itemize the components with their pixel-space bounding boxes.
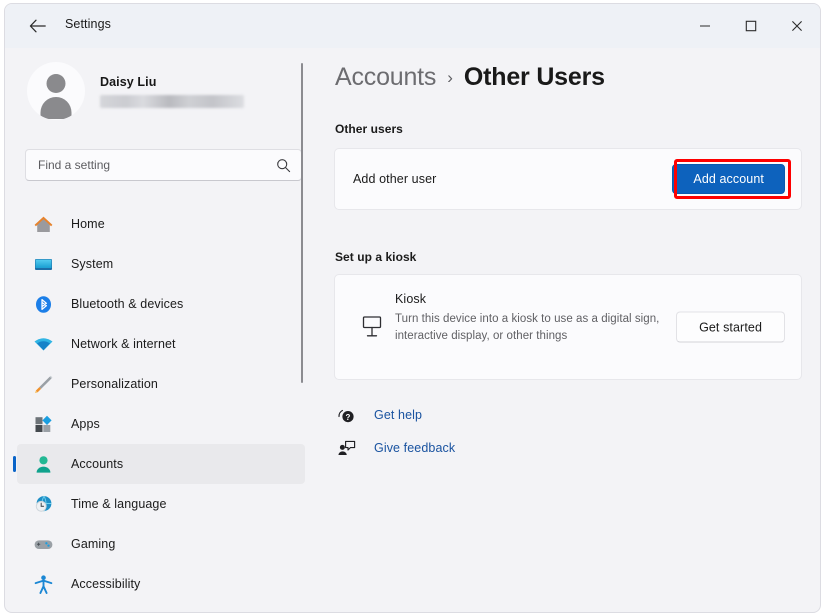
get-help-label: Get help [374,408,423,422]
system-icon [31,252,55,276]
selection-pill [13,456,16,472]
kiosk-description: Turn this device into a kiosk to use as … [395,313,660,342]
sidebar-item-system[interactable]: System [17,244,305,284]
minimize-icon [699,20,711,32]
kiosk-text: Kiosk Turn this device into a kiosk to u… [395,292,665,345]
close-icon [791,20,803,32]
add-other-user-row: Add other user Add account [335,149,801,209]
get-started-button[interactable]: Get started [676,311,785,343]
settings-window: Settings Daisy Liu Find a setting Home S… [4,3,821,613]
add-other-user-card: Add other user Add account [334,148,802,210]
home-icon [31,212,55,236]
minimize-button[interactable] [682,4,728,48]
give-feedback-link[interactable]: Give feedback [335,437,455,459]
clock-globe-icon [31,492,55,516]
sidebar-item-label: Bluetooth & devices [71,297,184,311]
give-feedback-icon [335,437,357,459]
sidebar-item-label: Network & internet [71,337,176,351]
breadcrumb: Accounts › Other Users [335,63,605,92]
maximize-button[interactable] [728,4,774,48]
sidebar-item-label: Accessibility [71,577,141,591]
profile-name: Daisy Liu [100,74,157,89]
accounts-person-icon [31,452,55,476]
sidebar-item-label: Personalization [71,377,158,391]
close-button[interactable] [774,4,820,48]
kiosk-card: Kiosk Turn this device into a kiosk to u… [334,274,802,380]
page-title: Other Users [463,63,605,91]
breadcrumb-parent[interactable]: Accounts [335,63,436,92]
back-arrow-icon [29,19,46,33]
add-account-button[interactable]: Add account [672,164,785,194]
profile-text: Daisy Liu [100,75,244,108]
user-profile[interactable]: Daisy Liu [27,62,244,120]
sidebar-item-accessibility[interactable]: Accessibility [17,564,305,604]
get-help-link[interactable]: ? Get help [335,404,422,426]
add-other-user-label: Add other user [353,172,437,186]
sidebar-item-network[interactable]: Network & internet [17,324,305,364]
avatar [27,62,85,120]
section-title-kiosk: Set up a kiosk [335,250,417,264]
gamepad-icon [31,532,55,556]
paintbrush-icon [31,372,55,396]
search-box[interactable] [25,149,302,181]
sidebar-item-label: Home [71,217,105,231]
profile-email-redacted [100,94,244,108]
window-controls [682,4,820,48]
sidebar-item-label: Time & language [71,497,167,511]
sidebar-nav: Home System Bluetooth & devices Network … [5,204,317,604]
sidebar-item-label: Gaming [71,537,116,551]
sidebar-item-home[interactable]: Home [17,204,305,244]
search-icon[interactable] [276,158,291,178]
sidebar-item-time-language[interactable]: Time & language [17,484,305,524]
avatar-body-icon [40,97,72,119]
sidebar-scrollbar[interactable] [301,63,303,383]
sidebar-item-label: Apps [71,417,100,431]
svg-text:?: ? [345,413,350,422]
main-content: Accounts › Other Users Other users Add o… [317,48,820,612]
sidebar: Daisy Liu Find a setting Home System Blu… [5,48,317,612]
apps-icon [31,412,55,436]
maximize-icon [745,20,757,32]
sidebar-item-label: Accounts [71,457,124,471]
accessibility-person-icon [31,572,55,596]
app-title: Settings [65,17,111,31]
sidebar-item-label: System [71,257,114,271]
search-input[interactable] [38,158,263,172]
sidebar-item-accounts[interactable]: Accounts [13,444,305,484]
wifi-icon [31,332,55,356]
sidebar-item-gaming[interactable]: Gaming [17,524,305,564]
sidebar-item-apps[interactable]: Apps [17,404,305,444]
chevron-right-icon: › [447,68,453,87]
kiosk-display-icon [357,312,387,342]
section-title-other-users: Other users [335,122,403,136]
give-feedback-label: Give feedback [374,441,456,455]
avatar-head-icon [46,74,66,93]
sidebar-item-bluetooth[interactable]: Bluetooth & devices [17,284,305,324]
sidebar-item-personalization[interactable]: Personalization [17,364,305,404]
get-help-icon: ? [335,404,357,426]
bluetooth-icon [31,292,55,316]
title-bar: Settings [5,4,820,48]
kiosk-title: Kiosk [395,292,427,306]
back-button[interactable] [23,14,51,38]
